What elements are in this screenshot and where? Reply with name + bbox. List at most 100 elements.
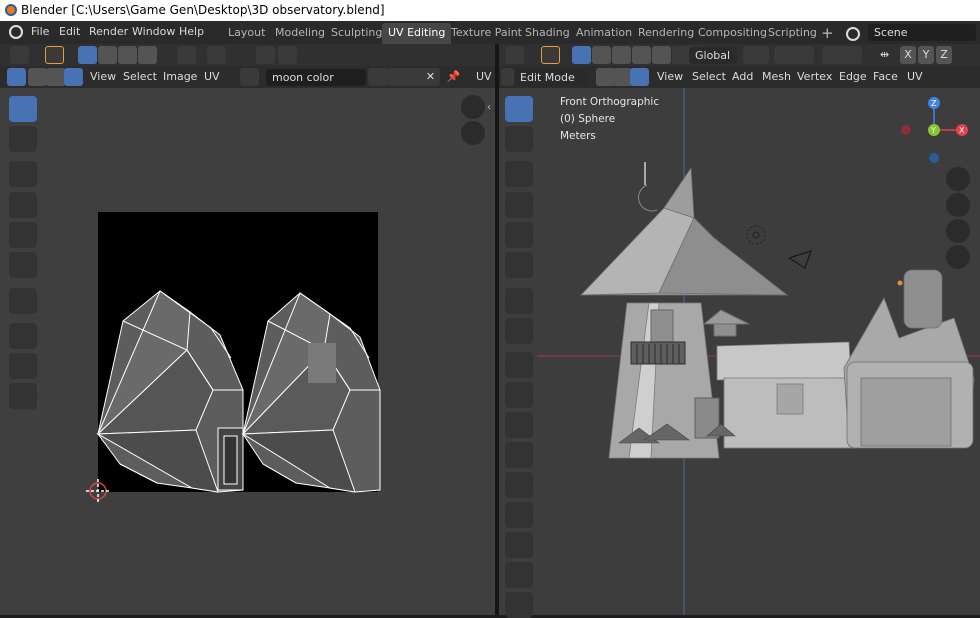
viewport-select-invert-icon[interactable] — [632, 46, 651, 64]
viewport-menu-add[interactable]: Add — [732, 70, 753, 83]
tab-compositing[interactable]: Compositing — [692, 23, 773, 44]
pin-image-icon[interactable]: 📌 — [444, 68, 463, 86]
uv-menu-select[interactable]: Select — [123, 70, 157, 83]
uv-editor-canvas[interactable]: ‹ — [0, 88, 495, 615]
tab-scripting[interactable]: Scripting — [762, 23, 823, 44]
mirror-y-toggle[interactable]: Y — [918, 46, 934, 64]
bevel-tool[interactable] — [505, 412, 533, 438]
uv-tweak-select-tool[interactable] — [9, 96, 37, 122]
mirror-x-toggle[interactable]: X — [900, 46, 916, 64]
mirror-z-toggle[interactable]: Z — [936, 46, 952, 64]
spin-tool[interactable] — [505, 532, 533, 558]
snap-icon[interactable] — [207, 46, 226, 64]
blender-menu-icon[interactable] — [9, 25, 23, 39]
pivot-icon[interactable] — [177, 46, 196, 64]
mirror-icon[interactable]: ⇹ — [880, 48, 889, 61]
viewport-scale-tool[interactable] — [505, 222, 533, 248]
viewport-rotate-tool[interactable] — [505, 192, 533, 218]
select-extend-icon[interactable] — [98, 46, 117, 64]
menu-render[interactable]: Render — [89, 25, 128, 38]
viewport-menu-view[interactable]: View — [657, 70, 683, 83]
select-invert-icon[interactable] — [138, 46, 157, 64]
tab-layout[interactable]: Layout — [222, 23, 271, 44]
menu-help[interactable]: Help — [179, 25, 204, 38]
tab-animation[interactable]: Animation — [570, 23, 638, 44]
uv-editor-type-icon[interactable] — [10, 46, 29, 64]
uv-pan-hand-icon[interactable] — [461, 121, 485, 145]
vertex-select-icon[interactable] — [28, 68, 47, 86]
viewport-snap-icon[interactable] — [774, 46, 814, 64]
smooth-tool[interactable] — [505, 562, 533, 588]
viewport-3d-canvas[interactable]: Front Orthographic (0) Sphere Meters Z X… — [499, 88, 980, 618]
viewport-measure-tool[interactable] — [505, 318, 533, 344]
navigation-gizmo[interactable]: Z X Y — [894, 93, 974, 173]
select-new-icon[interactable] — [78, 46, 97, 64]
menu-window[interactable]: Window — [132, 25, 175, 38]
viewport-menu-select[interactable]: Select — [692, 70, 726, 83]
viewport-menu-mesh[interactable]: Mesh — [762, 70, 791, 83]
sync-selection-icon[interactable] — [7, 68, 26, 86]
loop-cut-tool[interactable] — [505, 442, 533, 468]
add-workspace-icon[interactable]: + — [821, 24, 834, 42]
viewport-zoom-icon[interactable] — [946, 167, 970, 191]
uv-menu-view[interactable]: View — [90, 70, 116, 83]
orientation-dropdown[interactable]: Global — [689, 47, 737, 64]
uv-transform-tool[interactable] — [9, 252, 37, 278]
tab-rendering[interactable]: Rendering — [632, 23, 700, 44]
falloff-icon[interactable] — [278, 46, 297, 64]
tab-modeling[interactable]: Modeling — [269, 23, 331, 44]
image-browse-icon[interactable] — [240, 68, 259, 86]
uv-move-tool[interactable] — [9, 161, 37, 187]
viewport-face-mode-icon[interactable] — [630, 68, 649, 86]
viewport-select-new-icon[interactable] — [572, 46, 591, 64]
knife-tool[interactable] — [505, 472, 533, 498]
uv-rotate-tool[interactable] — [9, 192, 37, 218]
edge-select-icon[interactable] — [46, 68, 65, 86]
uv-scale-tool[interactable] — [9, 222, 37, 248]
viewport-menu-uv[interactable]: UV — [907, 70, 923, 83]
scene-selector-icon[interactable] — [846, 27, 860, 41]
tab-sculpting[interactable]: Sculpting — [325, 23, 388, 44]
camera-view-icon[interactable] — [946, 219, 970, 243]
viewport-mode-icon[interactable] — [501, 68, 514, 86]
uv-grab-tool[interactable] — [9, 323, 37, 349]
viewport-proportional-icon[interactable] — [822, 46, 862, 64]
face-select-icon[interactable] — [64, 68, 83, 86]
select-subtract-icon[interactable] — [118, 46, 137, 64]
uv-menu-image[interactable]: Image — [163, 70, 197, 83]
select-tool-icon[interactable] — [45, 46, 64, 64]
viewport-menu-face[interactable]: Face — [873, 70, 898, 83]
viewport-menu-vertex[interactable]: Vertex — [797, 70, 832, 83]
pivot-point-icon[interactable] — [743, 46, 769, 64]
viewport-cursor-tool[interactable] — [505, 126, 533, 152]
viewport-select-intersect-icon[interactable] — [652, 46, 671, 64]
uv-pinch-tool[interactable] — [9, 383, 37, 409]
tab-texture-paint[interactable]: Texture Paint — [445, 23, 528, 44]
viewport-move-tool[interactable] — [505, 161, 533, 187]
proportional-edit-icon[interactable] — [256, 46, 275, 64]
uv-sidebar-toggle-icon[interactable]: ‹ — [487, 102, 491, 113]
edge-slide-tool[interactable] — [505, 592, 533, 618]
fake-user-shield-icon[interactable] — [368, 68, 387, 86]
viewport-select-tool-icon[interactable] — [541, 46, 560, 64]
uv-zoom-icon[interactable] — [461, 95, 485, 119]
inset-faces-tool[interactable] — [505, 382, 533, 408]
mode-dropdown[interactable]: Edit Mode — [514, 69, 588, 86]
viewport-visibility-eye-icon[interactable] — [941, 68, 960, 86]
extrude-region-tool[interactable] — [505, 352, 533, 378]
menu-file[interactable]: File — [31, 25, 49, 38]
poly-build-tool[interactable] — [505, 502, 533, 528]
viewport-menu-edge[interactable]: Edge — [839, 70, 867, 83]
uv-cursor-tool[interactable] — [9, 126, 37, 152]
viewport-pan-hand-icon[interactable] — [946, 193, 970, 217]
viewport-transform-tool[interactable] — [505, 252, 533, 278]
image-name-field[interactable]: moon color — [266, 69, 366, 86]
viewport-select-subtract-icon[interactable] — [612, 46, 631, 64]
tab-shading[interactable]: Shading — [519, 23, 576, 44]
viewport-annotate-tool[interactable] — [505, 288, 533, 314]
menu-edit[interactable]: Edit — [59, 25, 80, 38]
uv-menu-uv[interactable]: UV — [204, 70, 220, 83]
ortho-grid-icon[interactable] — [946, 245, 970, 269]
uv-relax-tool[interactable] — [9, 353, 37, 379]
tab-uv-editing[interactable]: UV Editing — [382, 23, 452, 44]
